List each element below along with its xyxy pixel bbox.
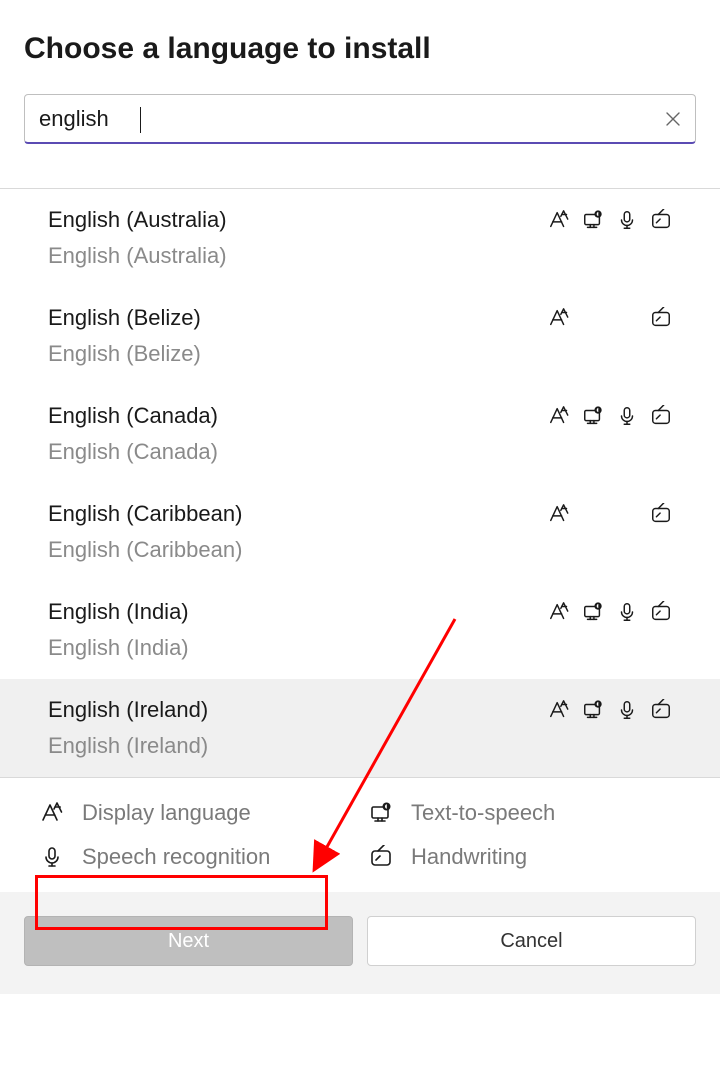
legend-handwriting: Handwriting [369,844,680,870]
handwriting-icon [650,209,672,231]
legend-label: Handwriting [411,844,527,870]
handwriting-icon [650,601,672,623]
handwriting-icon [650,405,672,427]
dialog-footer: Next Cancel [0,892,720,994]
search-field-container[interactable] [24,94,696,144]
clear-search-button[interactable] [665,111,681,127]
legend-text-to-speech: Text-to-speech [369,800,680,826]
legend-display-language: Display language [40,800,351,826]
language-feature-icons [532,599,672,623]
text-to-speech-icon [582,209,604,231]
language-name-primary: English (Canada) [48,403,532,429]
language-name-secondary: English (Ireland) [48,733,532,759]
search-input[interactable] [37,105,647,133]
language-row-texts: English (Ireland) English (Ireland) [48,697,532,759]
language-row-texts: English (India) English (India) [48,599,532,661]
language-feature-icons [532,305,672,329]
text-to-speech-icon [582,405,604,427]
language-name-primary: English (Belize) [48,305,532,331]
text-to-speech-icon [582,699,604,721]
speech-recognition-icon [616,699,638,721]
display-language-icon [548,699,570,721]
display-language-icon [548,307,570,329]
language-row-texts: English (Caribbean) English (Caribbean) [48,501,532,563]
legend-label: Speech recognition [82,844,270,870]
legend-label: Display language [82,800,251,826]
text-caret [140,107,141,133]
language-row[interactable]: English (Ireland) English (Ireland) [0,679,720,777]
language-name-secondary: English (Belize) [48,341,532,367]
language-name-secondary: English (Canada) [48,439,532,465]
cancel-button[interactable]: Cancel [367,916,696,966]
language-feature-icons [532,501,672,525]
handwriting-icon [650,503,672,525]
dialog-header: Choose a language to install [0,0,720,168]
display-language-icon [548,601,570,623]
language-row[interactable]: English (Caribbean) English (Caribbean) [0,483,720,581]
language-name-primary: English (India) [48,599,532,625]
language-name-primary: English (Australia) [48,207,532,233]
language-list: English (Australia)English (Australia)En… [0,189,720,777]
legend-label: Text-to-speech [411,800,555,826]
handwriting-icon [650,699,672,721]
language-row[interactable]: English (Canada) English (Canada) [0,385,720,483]
language-row-texts: English (Canada) English (Canada) [48,403,532,465]
display-language-icon [548,503,570,525]
legend-speech-recognition: Speech recognition [40,844,351,870]
speech-recognition-icon [40,845,64,869]
handwriting-icon [650,307,672,329]
language-row-texts: English (Australia) English (Australia) [48,207,532,269]
language-feature-icons [532,697,672,721]
next-button[interactable]: Next [24,916,353,966]
language-feature-icons [532,403,672,427]
language-name-secondary: English (India) [48,635,532,661]
display-language-icon [548,405,570,427]
language-row[interactable]: English (Belize) English (Belize) [0,287,720,385]
speech-recognition-icon [616,601,638,623]
dialog-title: Choose a language to install [24,32,696,66]
language-name-primary: English (Ireland) [48,697,532,723]
display-language-icon [40,801,64,825]
handwriting-icon [369,845,393,869]
language-feature-icons [532,207,672,231]
close-icon [665,111,681,127]
language-name-secondary: English (Caribbean) [48,537,532,563]
language-name-primary: English (Caribbean) [48,501,532,527]
language-row-texts: English (Belize) English (Belize) [48,305,532,367]
speech-recognition-icon [616,405,638,427]
feature-legend: Display language Text-to-speech Speech r… [0,777,720,892]
language-name-secondary: English (Australia) [48,243,532,269]
text-to-speech-icon [369,801,393,825]
speech-recognition-icon [616,209,638,231]
language-row[interactable]: English (Australia) English (Australia) [0,189,720,287]
language-row[interactable]: English (India) English (India) [0,581,720,679]
text-to-speech-icon [582,601,604,623]
display-language-icon [548,209,570,231]
